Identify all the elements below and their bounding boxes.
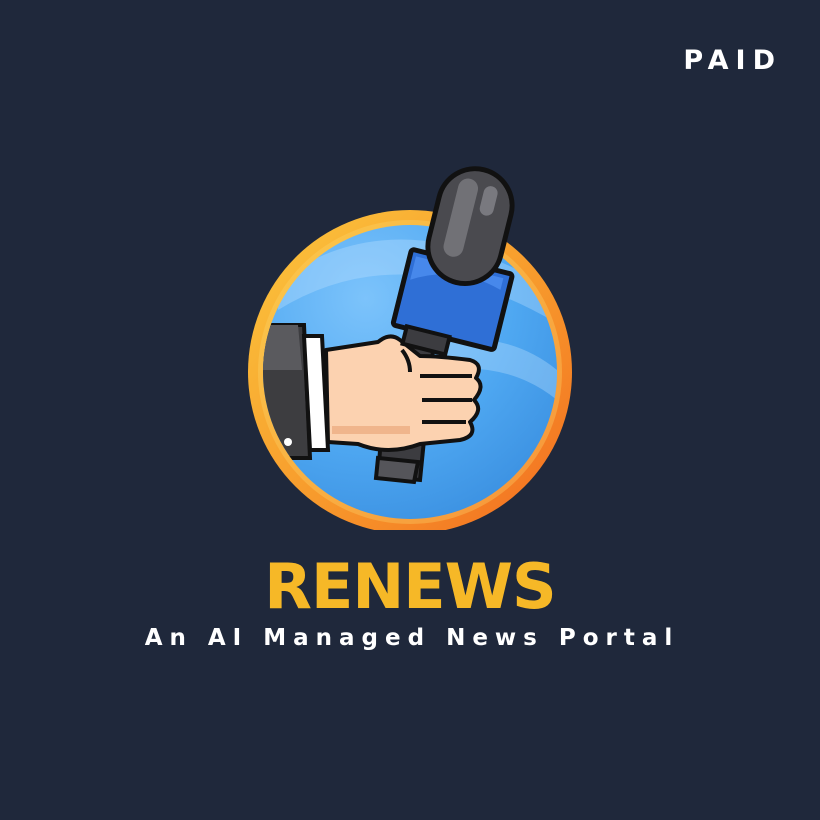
paid-badge: PAID	[683, 45, 782, 76]
hand-holding-microphone-icon	[248, 166, 572, 530]
logo-canvas: PAID RENEWS An AI Managed News Portal	[0, 0, 820, 820]
brand-name: RENEWS	[264, 550, 556, 623]
brand-tagline: An AI Managed News Portal	[144, 625, 680, 651]
